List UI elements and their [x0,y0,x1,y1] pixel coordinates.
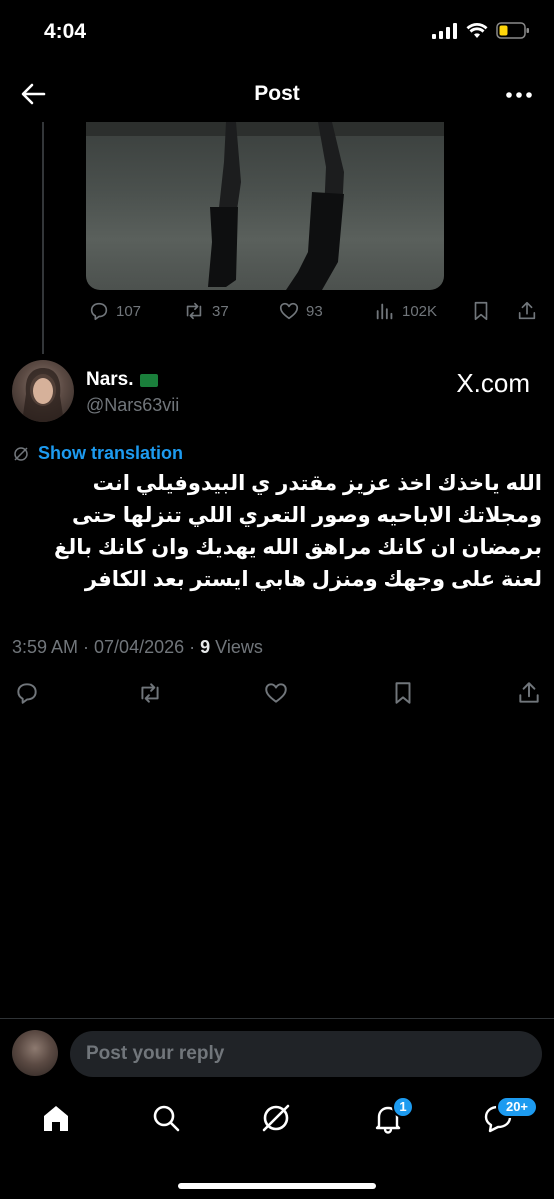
status-time: 4:04 [44,20,87,43]
tweet-text: الله ياخذك اخذ عزيز مقتدر ي البيدوفيلي ا… [12,468,542,596]
bookmark-icon [395,682,411,704]
repost-count: 37 [212,302,229,320]
share-icon [518,301,536,320]
my-avatar [12,1030,58,1076]
avatar-image [22,368,64,422]
post-actions [12,680,542,710]
messages-badge: 20+ [496,1096,538,1118]
tweet-line: لعنة على وجهك ومنزل هابي ايستر بعد الكاف… [84,568,542,591]
tweet-line: الله ياخذك اخذ عزيز مقتدر ي البيدوفيلي ا… [92,472,542,495]
nav-grok[interactable] [256,1098,296,1138]
repost-action[interactable]: 37 [182,300,229,322]
notifications-badge: 1 [392,1096,414,1118]
reply-count: 107 [116,302,142,320]
more-icon [506,92,532,98]
home-indicator [178,1183,376,1189]
bookmark-action[interactable] [470,300,492,322]
wifi-icon [466,22,488,38]
author-handle[interactable]: @Nars63vii [86,395,179,416]
tweet-line: برمضان ان كانك مراهق الله يهديك وان كانك… [54,536,542,559]
repost-button[interactable] [136,680,164,706]
show-translation-link[interactable]: Show translation [12,443,183,464]
nav-messages[interactable]: 20+ [478,1096,538,1138]
nav-notifications[interactable]: 1 [368,1096,414,1138]
grok-icon [262,1104,290,1132]
signal-icon [432,22,457,39]
author-avatar[interactable] [12,360,74,422]
analytics-icon [376,303,393,320]
repost-icon [141,683,159,703]
nav-search[interactable] [146,1098,186,1138]
author-name-text: Nars. [86,369,134,390]
share-icon [519,682,539,703]
heart-icon [265,683,287,703]
post-media[interactable] [86,122,444,290]
views-number[interactable]: 9 [200,637,210,657]
thread-line [42,122,44,354]
saudi-flag-icon [139,373,158,387]
tweet-line: ومجلاتك الاباحيه وصور التعري اللي تنزلها… [71,504,542,527]
views-label: Views [210,637,263,657]
like-count: 93 [306,302,323,320]
post-meta: 3:59 AM · 07/04/2026 · 9 Views [12,637,263,658]
battery-icon [496,22,529,39]
repost-icon [186,302,202,320]
search-icon [153,1105,180,1132]
translate-icon [14,446,28,461]
heart-icon [279,302,299,320]
status-icons [432,22,530,39]
nav-home[interactable] [36,1098,76,1138]
like-action[interactable]: 93 [278,300,323,322]
post-timestamp: 3:59 AM · 07/04/2026 · [12,637,201,657]
share-button[interactable] [516,680,542,706]
share-action[interactable] [516,300,538,322]
xcom-text: X.com [456,368,530,398]
page-title: Post [254,82,300,105]
reply-action[interactable]: 107 [88,300,141,322]
show-translation-label: Show translation [38,443,184,463]
bookmark-icon [474,301,488,321]
reply-icon [90,302,108,321]
bookmark-button[interactable] [390,680,416,706]
views-count: 102K [402,302,438,320]
media-image [86,122,444,290]
reply-input[interactable] [70,1031,542,1077]
home-icon [44,1106,68,1131]
xcom-watermark: X.com [456,368,530,399]
reply-button[interactable] [14,680,40,706]
parent-post-actions: 107 37 93 102K [88,300,542,330]
views-action[interactable]: 102K [374,300,437,322]
bottom-nav: 1 20+ [0,1096,554,1144]
reply-icon [17,683,37,704]
more-options-button[interactable] [504,80,534,110]
author-name[interactable]: Nars. [86,369,158,391]
divider [0,1018,554,1019]
like-button[interactable] [262,680,290,706]
